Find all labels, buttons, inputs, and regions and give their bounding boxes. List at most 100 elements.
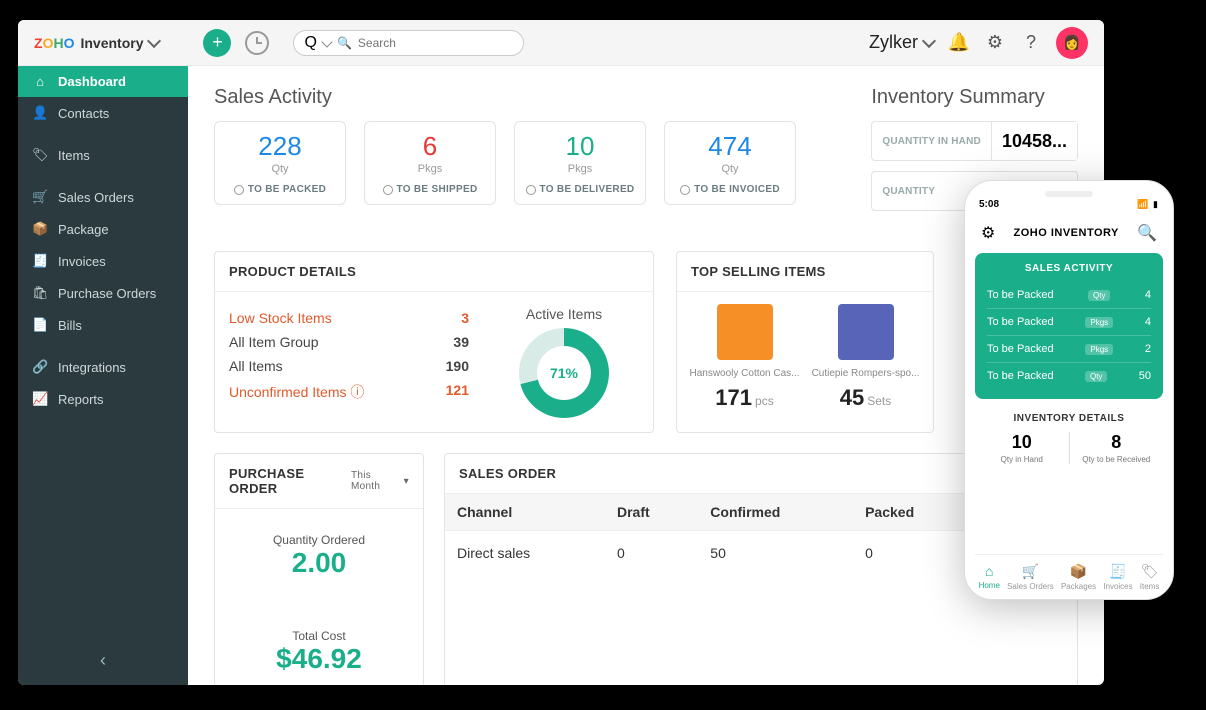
topbar: ZOHO Inventory + Q 🔍 Zylker 🔔 ⚙ ? 👩 [18, 20, 1104, 66]
sales-card[interactable]: 228QtyTO BE PACKED [214, 121, 346, 205]
brand-product: Inventory [80, 35, 143, 51]
mobile-tab-items[interactable]: 🏷Items [1140, 563, 1160, 591]
search-icon: 🔍 [337, 36, 352, 50]
product-thumb [717, 304, 773, 360]
product-detail-row[interactable]: All Item Group39 [229, 330, 469, 354]
mobile-tab-packages[interactable]: 📦Packages [1061, 563, 1096, 591]
po-cost: $46.92 [229, 643, 409, 675]
panel-header: TOP SELLING ITEMS [677, 252, 933, 292]
mobile-preview: 5:08 📶 ▮ ⚙ ZOHO INVENTORY 🔍 SALES ACTIVI… [964, 180, 1174, 600]
sidebar-item-integrations[interactable]: 🔗 Integrations [18, 351, 188, 383]
active-items-label: Active Items [489, 306, 639, 322]
sidebar-icon: 📦 [32, 221, 48, 237]
sales-card[interactable]: 6PkgsTO BE SHIPPED [364, 121, 496, 205]
purchase-order-panel: PURCHASE ORDER This Month▾ Quantity Orde… [214, 453, 424, 685]
sidebar-icon: 📈 [32, 391, 48, 407]
tab-icon: ⌂ [979, 563, 1000, 579]
mobile-activity-row[interactable]: To be PackedPkgs4 [987, 308, 1151, 335]
sidebar-item-label: Items [58, 148, 90, 163]
sidebar-item-label: Sales Orders [58, 190, 134, 205]
sidebar-item-items[interactable]: 🏷 Items [18, 139, 188, 171]
mobile-inv-cell: 10Qty in Hand [975, 432, 1069, 464]
product-details-panel: PRODUCT DETAILS Low Stock Items3All Item… [214, 251, 654, 433]
history-icon[interactable] [245, 31, 269, 55]
sidebar-item-bills[interactable]: 📄 Bills [18, 309, 188, 341]
mobile-tab-home[interactable]: ⌂Home [979, 563, 1000, 591]
check-circle-icon [383, 185, 393, 195]
sidebar-icon: 🔗 [32, 359, 48, 375]
top-selling-item[interactable]: Hanswooly Cotton Cas...171pcs [689, 304, 800, 411]
phone-signal-icon: 📶 ▮ [1137, 199, 1159, 210]
mobile-activity-row[interactable]: To be PackedQty4 [987, 282, 1151, 308]
product-detail-row[interactable]: Low Stock Items3 [229, 306, 469, 330]
po-qty: 2.00 [229, 547, 409, 579]
sidebar-item-label: Reports [58, 392, 104, 407]
brand-logo[interactable]: ZOHO Inventory [34, 35, 159, 51]
sidebar-item-contacts[interactable]: 👤 Contacts [18, 97, 188, 129]
mobile-inv-cell: 8Qty to be Received [1069, 432, 1164, 464]
phone-time: 5:08 [979, 199, 999, 210]
sidebar-item-sales-orders[interactable]: 🛒Sales Orders [18, 181, 188, 213]
check-circle-icon [526, 185, 536, 195]
tab-icon: 📦 [1061, 563, 1096, 580]
chevron-down-icon[interactable] [321, 36, 332, 47]
sidebar-item-dashboard[interactable]: ⌂ Dashboard [18, 66, 188, 97]
chevron-down-icon [922, 34, 936, 48]
sidebar-item-label: Integrations [58, 360, 126, 375]
sidebar-item-reports[interactable]: 📈 Reports [18, 383, 188, 415]
sales-card[interactable]: 10PkgsTO BE DELIVERED [514, 121, 646, 205]
tab-icon: 🧾 [1103, 563, 1132, 580]
top-selling-item[interactable]: Cutiepie Rompers-spo...45Sets [810, 304, 921, 411]
check-circle-icon [234, 185, 244, 195]
sidebar-item-label: Invoices [58, 254, 106, 269]
search-scope: Q [304, 34, 316, 52]
product-thumb [838, 304, 894, 360]
inventory-summary-row: QUANTITY IN HAND10458... [871, 121, 1078, 161]
mobile-sales-card: SALES ACTIVITY To be PackedQty4To be Pac… [975, 253, 1163, 399]
check-circle-icon [680, 185, 690, 195]
inventory-summary-title: Inventory Summary [871, 86, 1078, 109]
search-bar[interactable]: Q 🔍 [293, 30, 523, 56]
sidebar-icon: 👤 [32, 105, 48, 121]
search-input[interactable] [358, 36, 513, 50]
product-detail-row[interactable]: All Items190 [229, 354, 469, 378]
mobile-activity-row[interactable]: To be PackedQty50 [987, 362, 1151, 389]
tab-icon: 🛒 [1007, 563, 1054, 580]
donut-chart: 71% [519, 328, 609, 418]
mobile-activity-row[interactable]: To be PackedPkgs2 [987, 335, 1151, 362]
mobile-tab-sales-orders[interactable]: 🛒Sales Orders [1007, 563, 1054, 591]
sidebar-icon: 🧾 [32, 253, 48, 269]
chevron-down-icon [147, 34, 161, 48]
mobile-tab-invoices[interactable]: 🧾Invoices [1103, 563, 1132, 591]
bell-icon[interactable]: 🔔 [948, 32, 970, 54]
panel-header: PRODUCT DETAILS [215, 252, 653, 292]
search-icon[interactable]: 🔍 [1137, 223, 1157, 243]
quick-add-button[interactable]: + [203, 29, 231, 57]
sidebar-item-label: Contacts [58, 106, 109, 121]
sales-card[interactable]: 474QtyTO BE INVOICED [664, 121, 796, 205]
sales-activity-title: Sales Activity [214, 86, 834, 109]
product-detail-row[interactable]: Unconfirmed Items ⓘ121 [229, 378, 469, 406]
company-selector[interactable]: Zylker [869, 32, 934, 53]
sidebar-item-label: Purchase Orders [58, 286, 156, 301]
gear-icon[interactable]: ⚙ [981, 223, 995, 243]
sidebar-icon: 📄 [32, 317, 48, 333]
sidebar-item-label: Bills [58, 318, 82, 333]
sidebar-item-invoices[interactable]: 🧾 Invoices [18, 245, 188, 277]
sidebar-item-label: Package [58, 222, 109, 237]
sidebar-item-package[interactable]: 📦 Package [18, 213, 188, 245]
app-window: ZOHO Inventory + Q 🔍 Zylker 🔔 ⚙ ? 👩 ⌂ Das… [18, 20, 1104, 685]
sidebar-icon: 🛍 [32, 285, 48, 301]
avatar[interactable]: 👩 [1056, 27, 1088, 59]
range-selector[interactable]: This Month▾ [351, 470, 409, 492]
tab-icon: 🏷 [1140, 563, 1160, 580]
sidebar-item-purchase-orders[interactable]: 🛍 Purchase Orders [18, 277, 188, 309]
top-selling-panel: TOP SELLING ITEMS Hanswooly Cotton Cas..… [676, 251, 934, 433]
sidebar-collapse[interactable]: ‹ [18, 636, 188, 685]
sidebar-item-label: Dashboard [58, 74, 126, 89]
sidebar: ⌂ Dashboard 👤 Contacts 🏷 Items 🛒Sales Orders 📦 P… [18, 66, 188, 685]
gear-icon[interactable]: ⚙ [984, 32, 1006, 54]
help-icon[interactable]: ? [1020, 32, 1042, 54]
sidebar-icon: ⌂ [32, 74, 48, 89]
sidebar-icon: 🏷 [32, 147, 48, 163]
